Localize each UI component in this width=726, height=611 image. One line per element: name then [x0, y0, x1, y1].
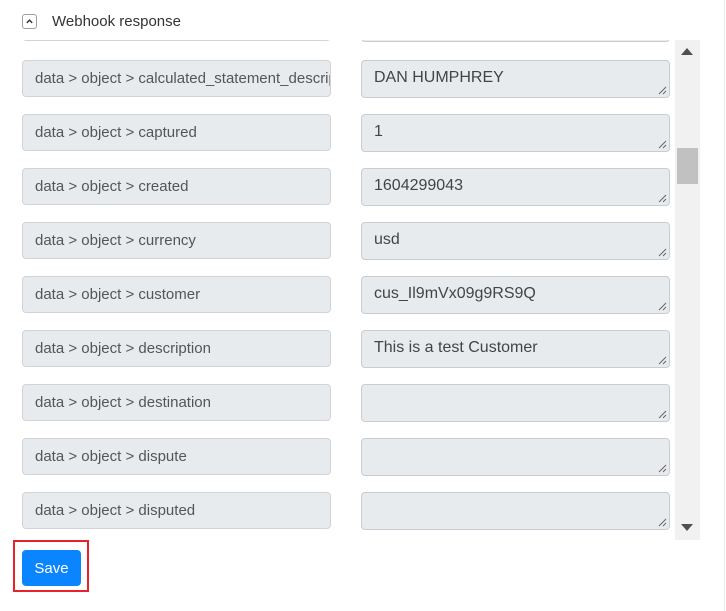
field-row: data > object > customer cus_Il9mVx09g9R…: [0, 276, 675, 314]
field-value-textarea[interactable]: [361, 438, 670, 476]
field-value-textarea[interactable]: 1: [361, 114, 670, 152]
field-row: [0, 40, 675, 42]
field-value-text: cus_Il9mVx09g9RS9Q: [374, 285, 536, 302]
field-value-textarea[interactable]: 1604299043: [361, 168, 670, 206]
field-value-textarea[interactable]: [361, 492, 670, 530]
field-value-textarea[interactable]: [361, 384, 670, 422]
field-row: data > object > disputed: [0, 492, 675, 530]
field-row: data > object > dispute: [0, 438, 675, 476]
section-header: Webhook response: [22, 10, 181, 32]
field-row: data > object > calculated_statement_des…: [0, 60, 675, 98]
field-mapping-list[interactable]: data > object > calculated_statement_des…: [0, 40, 675, 540]
save-button[interactable]: Save: [22, 550, 81, 586]
field-value-text: This is a test Customer: [374, 339, 538, 356]
field-value-text: 1: [374, 123, 383, 140]
field-value-text: usd: [374, 231, 400, 248]
field-row: data > object > captured 1: [0, 114, 675, 152]
field-key: data > object > created: [22, 168, 331, 205]
field-key: data > object > dispute: [22, 438, 331, 475]
field-value-text: 1604299043: [374, 177, 463, 194]
resize-handle-icon[interactable]: [657, 517, 667, 527]
resize-handle-icon[interactable]: [657, 301, 667, 311]
resize-handle-icon[interactable]: [657, 355, 667, 365]
field-key: data > object > calculated_statement_des…: [22, 60, 331, 97]
field-key: data > object > disputed: [22, 492, 331, 529]
field-value-textarea[interactable]: usd: [361, 222, 670, 260]
field-value-textarea[interactable]: [361, 40, 670, 42]
field-key: [22, 40, 331, 41]
resize-handle-icon[interactable]: [657, 409, 667, 419]
field-value-textarea[interactable]: DAN HUMPHREY: [361, 60, 670, 98]
resize-handle-icon[interactable]: [657, 139, 667, 149]
arrow-up-icon[interactable]: [681, 48, 693, 55]
field-value-text: DAN HUMPHREY: [374, 69, 504, 86]
field-key: data > object > destination: [22, 384, 331, 421]
field-row: data > object > description This is a te…: [0, 330, 675, 368]
field-key: data > object > captured: [22, 114, 331, 151]
field-row: data > object > created 1604299043: [0, 168, 675, 206]
arrow-down-icon[interactable]: [681, 524, 693, 531]
field-key: data > object > customer: [22, 276, 331, 313]
resize-handle-icon[interactable]: [657, 193, 667, 203]
chevron-up-icon: [26, 18, 33, 23]
collapse-toggle[interactable]: [22, 13, 37, 29]
field-row: data > object > destination: [0, 384, 675, 422]
resize-handle-icon[interactable]: [657, 463, 667, 473]
field-key: data > object > description: [22, 330, 331, 367]
vertical-scrollbar[interactable]: [675, 40, 700, 540]
field-value-textarea[interactable]: This is a test Customer: [361, 330, 670, 368]
field-key: data > object > currency: [22, 222, 331, 259]
section-title: Webhook response: [52, 12, 181, 30]
resize-handle-icon[interactable]: [657, 85, 667, 95]
field-value-textarea[interactable]: cus_Il9mVx09g9RS9Q: [361, 276, 670, 314]
panel-edge-divider: [724, 0, 725, 611]
scrollbar-thumb[interactable]: [677, 148, 698, 184]
resize-handle-icon[interactable]: [657, 247, 667, 257]
field-row: data > object > currency usd: [0, 222, 675, 260]
